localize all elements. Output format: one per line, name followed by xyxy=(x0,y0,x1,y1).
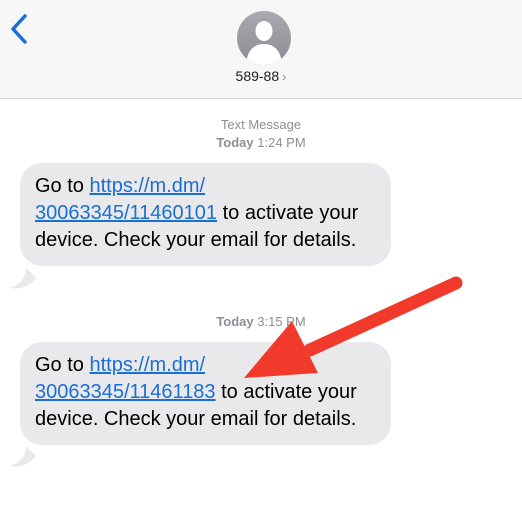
link-part: https://m.dm/ xyxy=(89,354,206,376)
chevron-right-icon: › xyxy=(282,69,287,84)
contact-avatar[interactable] xyxy=(237,11,291,65)
contact-name-button[interactable]: 589-88 › xyxy=(0,68,522,85)
conversation-header: 589-88 › xyxy=(0,0,522,99)
timestamp-day: Today xyxy=(216,314,254,329)
contact-name: 589-88 xyxy=(235,68,280,84)
link-part: 30063345/11461183 xyxy=(35,381,216,403)
message-bubble-2[interactable]: Go to https://m.dm/30063345/11461183 to … xyxy=(20,342,391,445)
person-silhouette-icon xyxy=(246,21,282,65)
bubble-tail xyxy=(10,446,36,467)
timestamp-day: Today xyxy=(216,135,254,150)
message-text: Go to xyxy=(35,354,90,376)
bubble-tail xyxy=(10,268,36,289)
message-bubble-1[interactable]: Go to https://m.dm/30063345/11460101 to … xyxy=(20,163,391,266)
link-part: 30063345/11460101 xyxy=(35,202,218,224)
timestamp-time: 1:24 PM xyxy=(257,135,306,150)
link-part: https://m.dm/ xyxy=(89,175,206,197)
service-label: Text Message xyxy=(220,117,302,132)
timestamp-1: Today 1:24 PM xyxy=(0,135,522,151)
back-chevron-icon[interactable] xyxy=(8,12,30,46)
timestamp-time: 3:15 PM xyxy=(257,314,306,329)
message-text: Go to xyxy=(35,175,90,197)
timestamp-2: Today 3:15 PM xyxy=(0,314,522,330)
